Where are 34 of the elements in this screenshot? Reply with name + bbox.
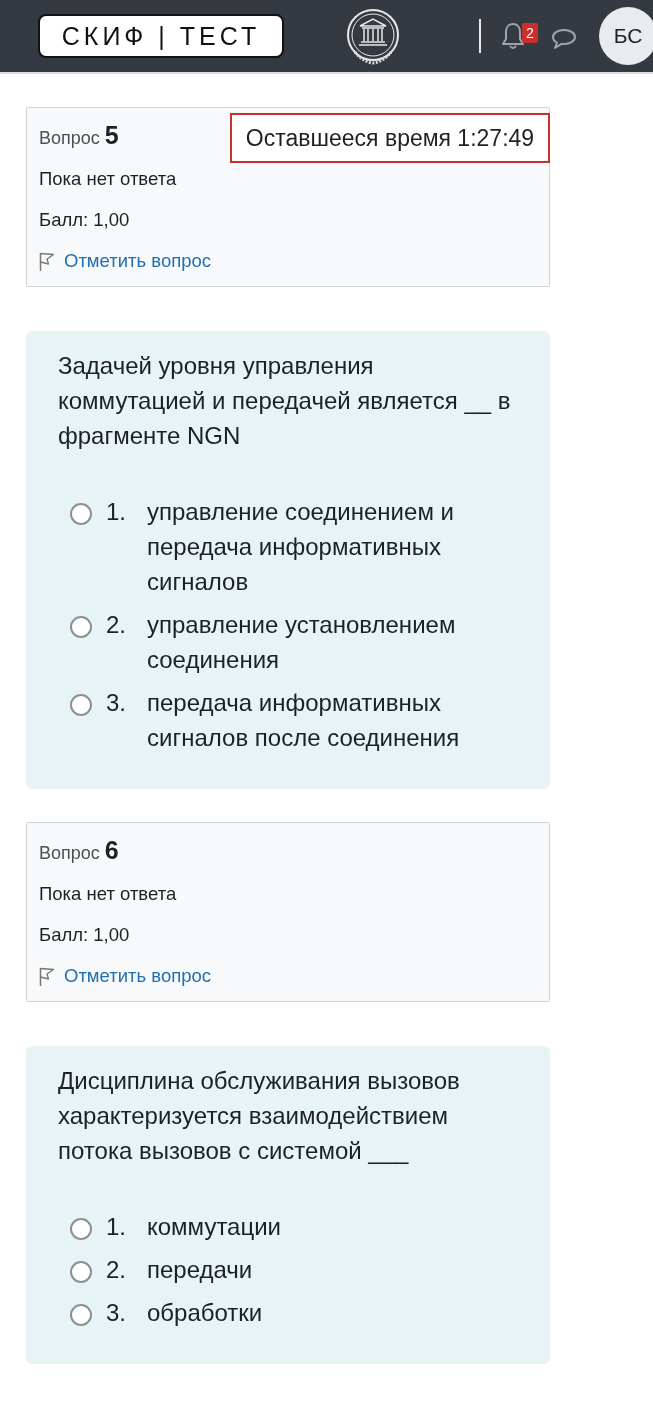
question-label: Вопрос [39, 127, 100, 150]
flag-question-link[interactable]: Отметить вопрос [39, 964, 212, 988]
radio-button[interactable] [70, 503, 92, 525]
option-text[interactable]: передачи [147, 1252, 253, 1287]
option-text[interactable]: обработки [147, 1295, 263, 1330]
question-grade: Балл: 1,00 [39, 923, 131, 947]
option-number: 1. [106, 497, 127, 527]
question-text: Дисциплина обслуживания вызовов характеризуется взаимодействием потока вызовов с системой ___ [58, 1066, 461, 1166]
answer-status: Пока нет ответа [39, 167, 178, 191]
radio-button[interactable] [70, 616, 92, 638]
option-number: 1. [106, 1212, 127, 1242]
site-logo[interactable]: СКИФ | ТЕСТ [38, 14, 284, 58]
radio-button[interactable] [70, 1218, 92, 1240]
option-number: 3. [106, 1298, 127, 1328]
option-number: 3. [106, 688, 127, 718]
user-avatar[interactable]: БС [599, 7, 653, 65]
question-number: 6 [104, 838, 119, 862]
radio-button[interactable] [70, 694, 92, 716]
remaining-time-box: Оставшееся время 1:27:49 [230, 113, 550, 163]
question-text: Задачей уровня управления коммутацией и передачей является __ в фрагменте NGN [58, 351, 512, 451]
notification-count: 2 [522, 23, 538, 43]
radio-button[interactable] [70, 1261, 92, 1283]
flag-question-link[interactable]: Отметить вопрос [39, 249, 212, 273]
question-grade: Балл: 1,00 [39, 208, 131, 232]
option-number: 2. [106, 610, 127, 640]
speech-bubble-icon[interactable] [551, 28, 577, 50]
bell-icon[interactable] [501, 22, 525, 50]
option-text[interactable]: коммутации [147, 1209, 281, 1244]
question-number: 5 [104, 123, 119, 147]
option-number: 2. [106, 1255, 127, 1285]
answer-status: Пока нет ответа [39, 882, 178, 906]
option-text[interactable]: передача информативных сигналов после соединения [147, 685, 515, 755]
radio-button[interactable] [70, 1304, 92, 1326]
question-label: Вопрос [39, 842, 100, 865]
